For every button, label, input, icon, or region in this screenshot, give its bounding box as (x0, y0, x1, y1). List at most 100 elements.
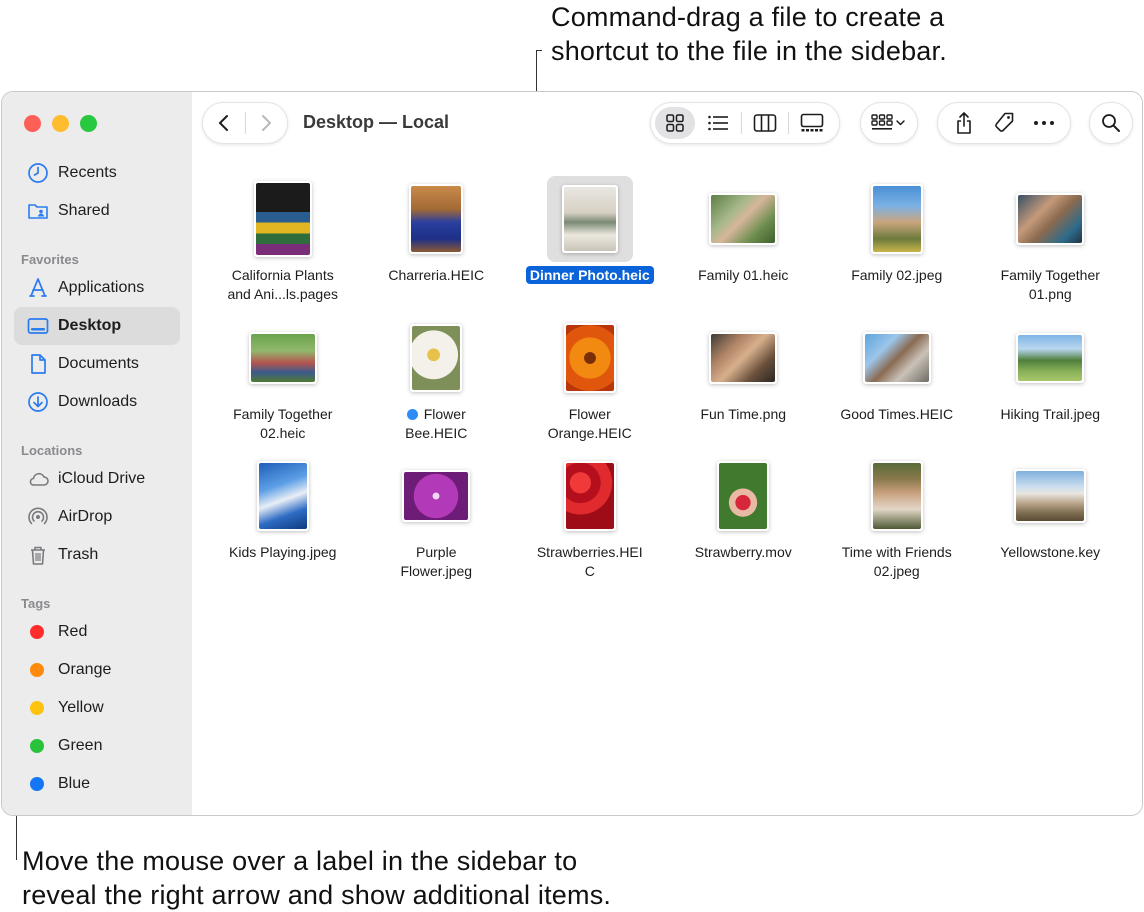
file-item[interactable]: Strawberries.HEI C (513, 453, 667, 592)
close-window-button[interactable] (24, 115, 41, 132)
sidebar-item-desktop[interactable]: Desktop (14, 307, 180, 345)
sidebar-item-tag-blue[interactable]: Blue (14, 765, 180, 803)
file-grid: California Plants and Ani...ls.pages Char… (206, 176, 1136, 592)
sidebar-item-downloads[interactable]: Downloads (14, 383, 180, 421)
file-item[interactable]: Family 01.heic (667, 176, 821, 315)
file-item[interactable]: Family 02.jpeg (820, 176, 974, 315)
file-name: Yellowstone.key (1000, 544, 1101, 560)
sidebar-item-label: Orange (58, 661, 112, 678)
back-arrow-icon[interactable] (203, 107, 245, 139)
sidebar-section-favorites[interactable]: Favorites (21, 252, 79, 267)
document-icon (26, 352, 50, 376)
file-name: Charreria.HEIC (388, 267, 485, 283)
file-thumbnail (870, 461, 923, 531)
file-item[interactable]: Hiking Trail.jpeg (974, 315, 1128, 454)
orange-tag-dot (30, 663, 44, 677)
sidebar-item-label: Downloads (58, 393, 138, 410)
sidebar-item-label: Green (58, 737, 103, 754)
search-icon (1096, 107, 1126, 139)
file-name: Dinner Photo.heic (520, 266, 660, 285)
minimize-window-button[interactable] (52, 115, 69, 132)
blue-tag-dot (30, 777, 44, 791)
file-name: Family 02.jpeg (851, 267, 943, 283)
file-item[interactable]: Fun Time.png (667, 315, 821, 454)
file-item[interactable]: Flower Orange.HEIC (513, 315, 667, 454)
sidebar-item-tag-orange[interactable]: Orange (14, 651, 180, 689)
sidebar-section-tags[interactable]: Tags (21, 596, 50, 611)
sidebar-item-airdrop[interactable]: AirDrop (14, 498, 180, 536)
file-item[interactable]: Flower Bee.HEIC (360, 315, 514, 454)
column-view-icon[interactable] (742, 107, 788, 139)
sidebar-item-label: Red (58, 623, 88, 640)
file-thumbnail (256, 461, 309, 531)
sidebar-section-locations[interactable]: Locations (21, 443, 82, 458)
green-tag-dot (30, 739, 44, 753)
sidebar-item-label: Shared (58, 202, 110, 219)
sidebar-item-label: Blue (58, 775, 91, 792)
tag-icon[interactable] (986, 107, 1022, 139)
file-name: Purple Flower.jpeg (400, 544, 473, 579)
trash-icon (26, 543, 50, 567)
file-item[interactable]: Strawberry.mov (667, 453, 821, 592)
icon-view-icon[interactable] (655, 107, 695, 139)
sidebar-item-tag-red[interactable]: Red (14, 613, 180, 651)
sidebar-item-label: Documents (58, 355, 139, 372)
window-title: Desktop — Local (303, 112, 450, 132)
file-item[interactable]: Family Together 02.heic (206, 315, 360, 454)
list-view-icon[interactable] (695, 107, 741, 139)
sidebar-item-tag-yellow[interactable]: Yellow (14, 689, 180, 727)
file-thumbnail (1016, 193, 1085, 245)
applications-icon (26, 276, 50, 300)
file-item[interactable]: Good Times.HEIC (820, 315, 974, 454)
forward-arrow-icon[interactable] (245, 107, 287, 139)
actions-group (937, 102, 1071, 144)
download-icon (26, 390, 50, 414)
file-name: Flower Bee.HEIC (405, 405, 468, 441)
file-thumbnail (1014, 469, 1087, 523)
callout-bottom: Move the mouse over a label in the sideb… (22, 844, 742, 912)
sidebar-item-trash[interactable]: Trash (14, 536, 180, 574)
file-name: Family Together 01.png (1000, 267, 1100, 302)
sidebar-item-shared[interactable]: Shared (14, 192, 180, 230)
sidebar-item-applications[interactable]: Applications (14, 269, 180, 307)
callout-top-leader-tick (536, 50, 542, 51)
file-thumbnail (409, 184, 464, 254)
callout-top: Command-drag a file to create a shortcut… (551, 0, 1141, 68)
file-thumbnail (563, 322, 616, 393)
file-item[interactable]: Kids Playing.jpeg (206, 453, 360, 592)
sidebar-item-label: Yellow (58, 699, 104, 716)
sidebar-item-label: Applications (58, 279, 145, 296)
search-button[interactable] (1089, 102, 1133, 144)
file-item[interactable]: Time with Friends 02.jpeg (820, 453, 974, 592)
callout-bottom-line1: Move the mouse over a label in the sideb… (22, 846, 578, 876)
file-item[interactable]: Family Together 01.png (974, 176, 1128, 315)
sidebar-item-label: iCloud Drive (58, 470, 146, 487)
file-name: Family Together 02.heic (233, 405, 333, 441)
file-thumbnail (253, 181, 312, 257)
sidebar-item-recents[interactable]: Recents (14, 154, 180, 192)
file-item[interactable]: California Plants and Ani...ls.pages (206, 176, 360, 315)
desktop-icon (26, 314, 50, 338)
file-thumbnail (717, 461, 770, 531)
file-item[interactable]: Charreria.HEIC (360, 176, 514, 315)
file-thumbnail (709, 331, 778, 384)
file-item[interactable]: Purple Flower.jpeg (360, 453, 514, 592)
file-item[interactable]: Yellowstone.key (974, 453, 1128, 592)
file-name: Fun Time.png (700, 405, 787, 422)
file-name: Strawberries.HEI C (536, 544, 643, 579)
sidebar-item-documents[interactable]: Documents (14, 345, 180, 383)
sidebar-item-tag-green[interactable]: Green (14, 727, 180, 765)
zoom-window-button[interactable] (80, 115, 97, 132)
file-item-selected[interactable]: Dinner Photo.heic (513, 176, 667, 315)
sidebar-item-icloud-drive[interactable]: iCloud Drive (14, 460, 180, 498)
share-icon[interactable] (946, 107, 982, 139)
finder-window: Recents Shared Favorites Applications De… (1, 91, 1143, 816)
group-icon (865, 107, 913, 139)
callout-top-line1: Command-drag a file to create a (551, 2, 945, 32)
group-button[interactable] (860, 102, 918, 144)
more-icon[interactable] (1026, 107, 1062, 139)
gallery-view-icon[interactable] (789, 107, 835, 139)
navigation-buttons (202, 102, 288, 144)
file-thumbnail (410, 323, 463, 392)
file-name: Good Times.HEIC (840, 405, 954, 422)
